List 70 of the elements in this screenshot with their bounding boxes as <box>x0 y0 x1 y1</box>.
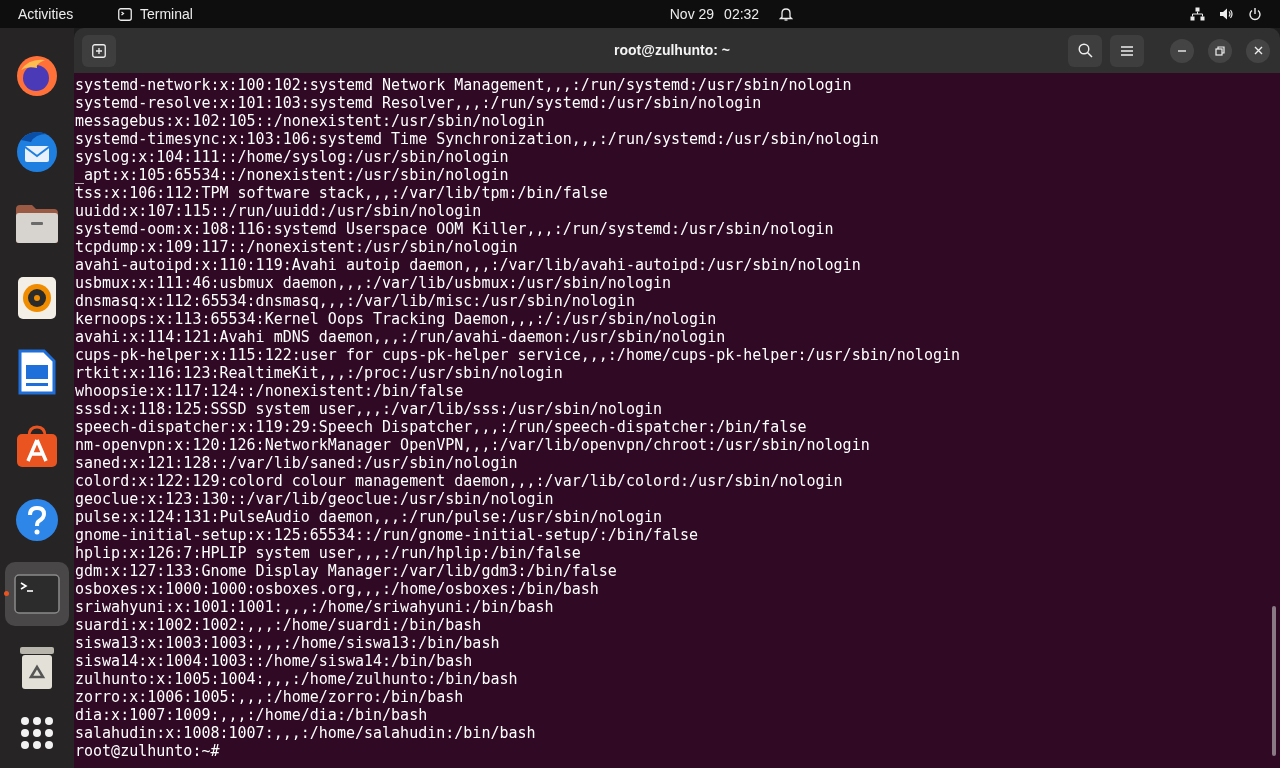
terminal-output-line: speech-dispatcher:x:119:29:Speech Dispatcher,,,:/run/speech-dispatcher:/bin/false <box>75 418 807 436</box>
close-icon <box>1253 46 1263 55</box>
terminal-output-line: systemd-oom:x:108:116:systemd Userspace OOM Killer,,,:/run/systemd:/usr/sbin/nologin <box>75 220 834 238</box>
app-grid-icon[interactable] <box>20 716 54 750</box>
new-tab-icon <box>92 43 106 58</box>
search-button[interactable] <box>1068 34 1102 67</box>
help-icon <box>15 498 59 542</box>
terminal-output-line: avahi-autoipd:x:110:119:Avahi autoip daemon,,,:/var/lib/avahi-autoipd:/usr/sbin/nologin <box>75 256 861 274</box>
terminal-output-line: geoclue:x:123:130::/var/lib/geoclue:/usr/sbin/nologin <box>75 490 554 508</box>
terminal-output-line: sssd:x:118:125:SSSD system user,,,:/var/lib/sss:/usr/sbin/nologin <box>75 400 662 418</box>
terminal-output-line: dnsmasq:x:112:65534:dnsmasq,,,:/var/lib/misc:/usr/sbin/nologin <box>75 292 635 310</box>
terminal-output-line: dia:x:1007:1009:,,,:/home/dia:/bin/bash <box>75 706 428 724</box>
terminal-output-line: zulhunto:x:1005:1004:,,,:/home/zulhunto:/bin/bash <box>75 670 518 688</box>
shell-prompt: root@zulhunto:~# <box>75 742 220 760</box>
terminal-output-line: nm-openvpn:x:120:126:NetworkManager OpenVPN,,,:/var/lib/openvpn/chroot:/usr/sbin/nologin <box>75 436 870 454</box>
power-icon[interactable] <box>1248 7 1262 21</box>
terminal-output-line: saned:x:121:128::/var/lib/saned:/usr/sbin/nologin <box>75 454 518 472</box>
new-tab-button[interactable] <box>82 34 116 67</box>
terminal-output-line: systemd-network:x:100:102:systemd Network Management,,,:/run/systemd:/usr/sbin/nologin <box>75 76 852 94</box>
bell-icon[interactable] <box>779 6 794 22</box>
speaker-icon <box>17 276 57 320</box>
terminal-output-line: salahudin:x:1008:1007:,,,:/home/salahudin:/bin/bash <box>75 724 536 742</box>
document-icon <box>18 349 56 395</box>
terminal-output-line: systemd-timesync:x:103:106:systemd Time Synchronization,,,:/run/systemd:/usr/sbin/nologin <box>75 130 879 148</box>
terminal-output-line: systemd-resolve:x:101:103:systemd Resolver,,,:/run/systemd:/usr/sbin/nologin <box>75 94 762 112</box>
terminal-output-line: sriwahyuni:x:1001:1001:,,,:/home/sriwahyuni:/bin/bash <box>75 598 554 616</box>
terminal-output-line: siswa13:x:1003:1003:,,,:/home/siswa13:/bin/bash <box>75 634 500 652</box>
terminal-output-line: siswa14:x:1004:1003::/home/siswa14:/bin/bash <box>75 652 473 670</box>
terminal-output-line: osboxes:x:1000:1000:osboxes.org,,,:/home/osboxes:/bin/bash <box>75 580 599 598</box>
maximize-button[interactable] <box>1208 38 1232 63</box>
shopping-bag-icon <box>15 424 59 468</box>
folder-icon <box>14 203 60 245</box>
window-title: root@zulhunto: ~ <box>613 41 730 60</box>
terminal-output-line: pulse:x:124:131:PulseAudio daemon,,,:/run/pulse:/usr/sbin/nologin <box>75 508 662 526</box>
scrollbar-thumb[interactable] <box>1272 606 1276 756</box>
terminal-output-line: suardi:x:1002:1002:,,,:/home/suardi:/bin/bash <box>75 616 482 634</box>
terminal-icon <box>14 574 60 614</box>
menu-icon <box>1121 45 1133 56</box>
terminal-output-line: whoopsie:x:117:124::/nonexistent:/bin/false <box>75 382 464 400</box>
search-icon <box>1077 43 1093 58</box>
date-label[interactable]: Nov 29 <box>669 3 715 25</box>
terminal-output-line: gdm:x:127:133:Gnome Display Manager:/var/lib/gdm3:/bin/false <box>75 562 617 580</box>
terminal-output-line: colord:x:122:129:colord colour management daemon,,,:/var/lib/colord:/usr/sbin/nologin <box>75 472 843 490</box>
terminal-output-line: tss:x:106:112:TPM software stack,,,:/var/lib/tpm:/bin/false <box>75 184 608 202</box>
terminal-output-line: gnome-initial-setup:x:125:65534::/run/gnome-initial-setup/:/bin/false <box>75 526 699 544</box>
menu-button[interactable] <box>1110 34 1144 67</box>
terminal-output-line: cups-pk-helper:x:115:122:user for cups-pk-helper service,,,:/home/cups-pk-helper:/usr/sbin/nologin <box>75 346 960 364</box>
app-menu-label[interactable]: Terminal <box>140 3 193 25</box>
restore-icon <box>1215 45 1225 56</box>
clock-label[interactable]: 02:32 <box>724 3 760 25</box>
terminal-icon <box>118 7 132 21</box>
network-icon[interactable] <box>1190 7 1205 21</box>
terminal-output-line: uuidd:x:107:115::/run/uuidd:/usr/sbin/nologin <box>75 202 482 220</box>
volume-icon[interactable] <box>1219 7 1234 21</box>
terminal-output-line: messagebus:x:102:105::/nonexistent:/usr/sbin/nologin <box>75 112 545 130</box>
minimize-button[interactable] <box>1170 38 1194 63</box>
terminal-output-line: rtkit:x:116:123:RealtimeKit,,,:/proc:/usr/sbin/nologin <box>75 364 563 382</box>
terminal-output-line: avahi:x:114:121:Avahi mDNS daemon,,,:/run/avahi-daemon:/usr/sbin/nologin <box>75 328 726 346</box>
terminal-output-line: usbmux:x:111:46:usbmux daemon,,,:/var/lib/usbmux:/usr/sbin/nologin <box>75 274 672 292</box>
close-button[interactable] <box>1246 38 1270 63</box>
terminal-output-line: syslog:x:104:111::/home/syslog:/usr/sbin/nologin <box>75 148 509 166</box>
terminal-output-line: _apt:x:105:65534::/nonexistent:/usr/sbin/nologin <box>75 166 509 184</box>
terminal-output-line: hplip:x:126:7:HPLIP system user,,,:/run/hplip:/bin/false <box>75 544 581 562</box>
minimize-icon <box>1178 49 1186 52</box>
terminal-output-line: tcpdump:x:109:117::/nonexistent:/usr/sbin/nologin <box>75 238 518 256</box>
globe-icon <box>15 54 59 98</box>
recycle-bin-icon <box>18 645 56 691</box>
terminal-output-line: kernoops:x:113:65534:Kernel Oops Tracking Daemon,,,:/:/usr/sbin/nologin <box>75 310 717 328</box>
terminal-output-line: zorro:x:1006:1005:,,,:/home/zorro:/bin/bash <box>75 688 464 706</box>
activities-button[interactable]: Activities <box>18 3 118 25</box>
